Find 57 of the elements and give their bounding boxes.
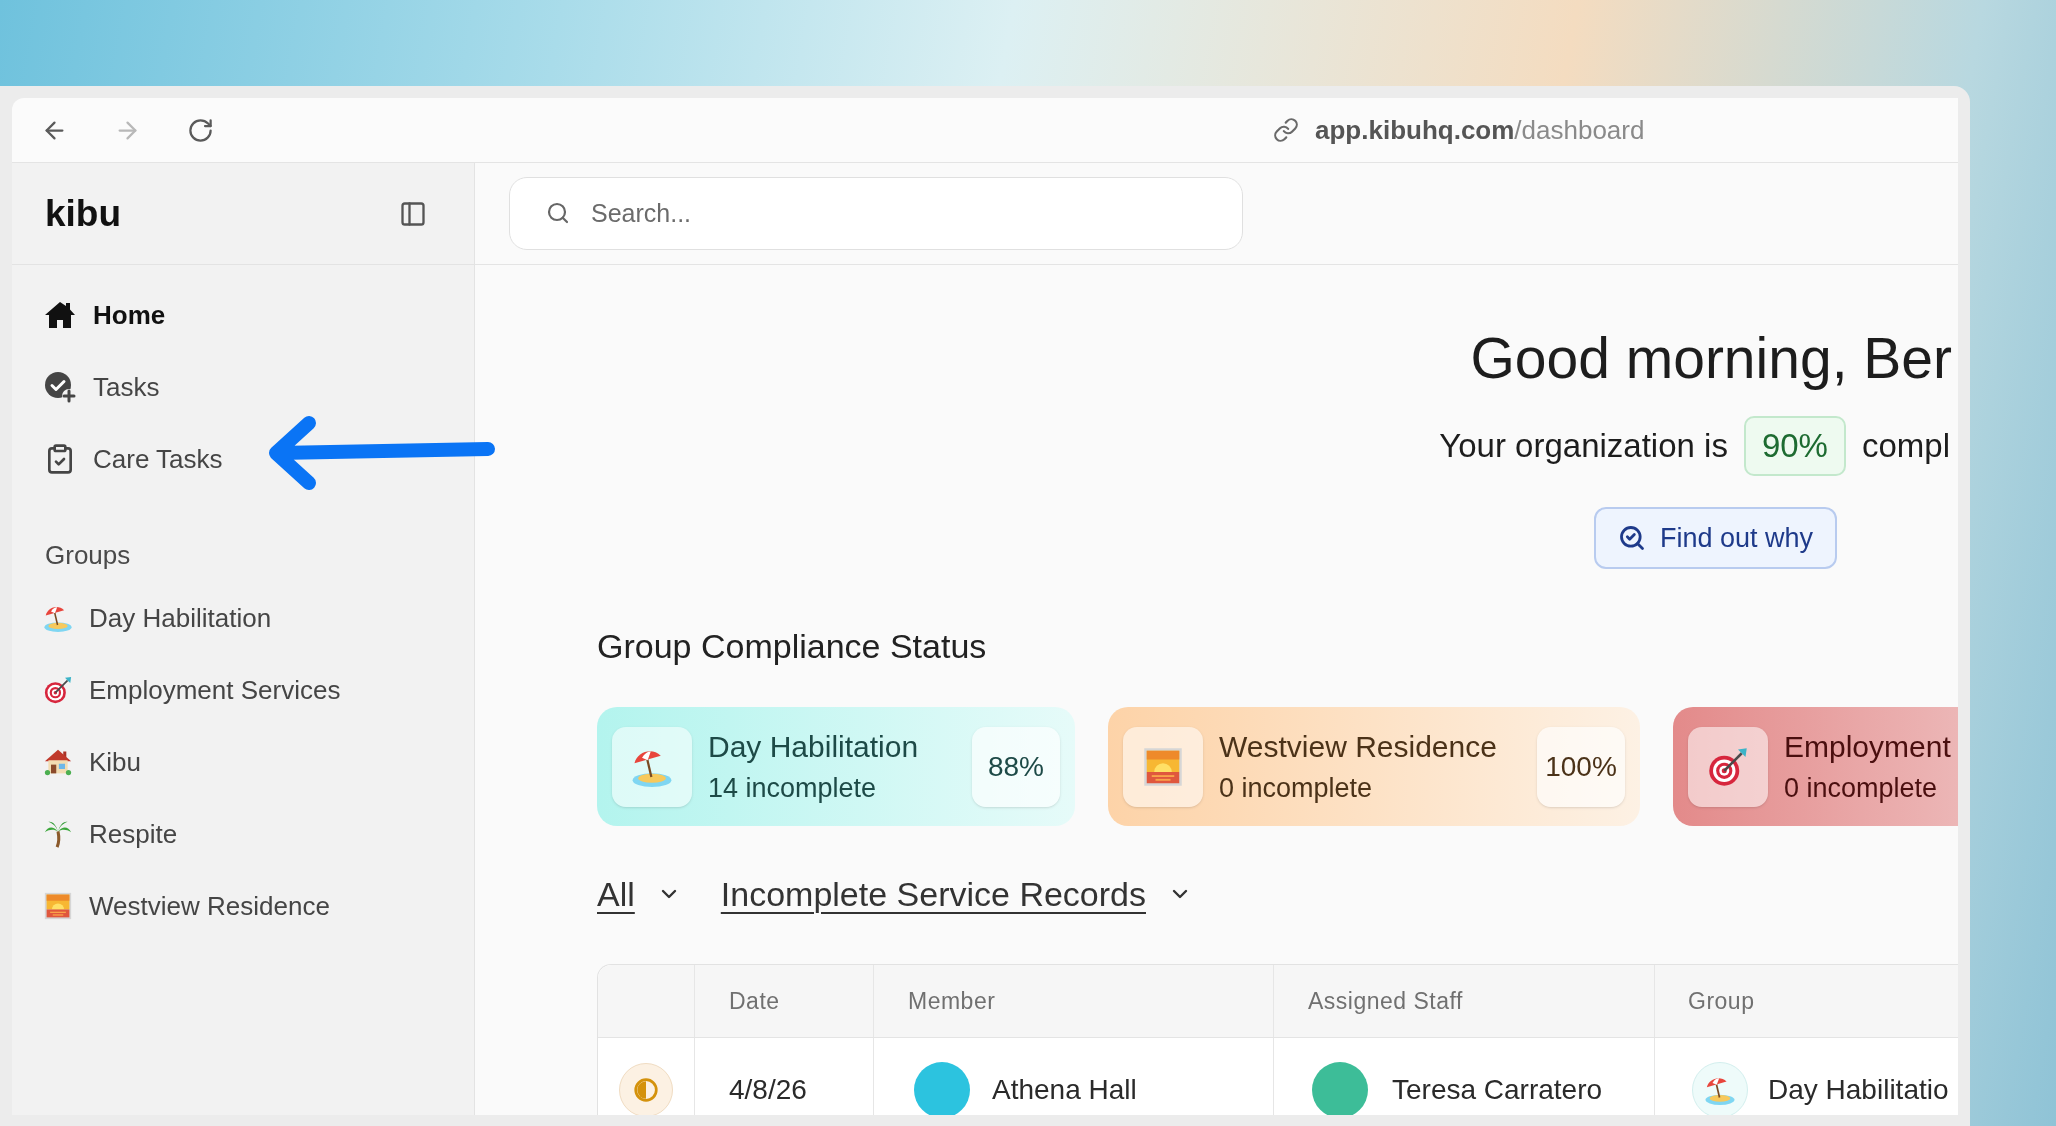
sunset-icon bbox=[44, 892, 72, 920]
incomplete-count: 14 incomplete bbox=[708, 771, 877, 805]
reload-icon[interactable] bbox=[187, 116, 214, 144]
avatar bbox=[914, 1062, 970, 1115]
group-item[interactable]: Respite bbox=[44, 806, 178, 862]
staff-name[interactable]: Teresa Carratero bbox=[1392, 1069, 1603, 1111]
link-icon bbox=[1273, 117, 1299, 143]
group-item[interactable]: Day Habilitation bbox=[44, 590, 272, 646]
group-item[interactable]: Westview Residence bbox=[44, 878, 330, 934]
page-url[interactable]: app.kibuhq.com/dashboard bbox=[1315, 110, 1645, 150]
half-circle-status-icon bbox=[619, 1063, 673, 1115]
dartboard-icon bbox=[1688, 726, 1768, 807]
date-text: 4/8/26 bbox=[729, 1073, 807, 1107]
nav-item[interactable]: Tasks bbox=[44, 359, 160, 415]
score-badge: 90% bbox=[1743, 416, 1846, 476]
filter-dropdown[interactable]: All bbox=[597, 868, 681, 920]
column-header[interactable]: Date bbox=[729, 983, 780, 1019]
group-compliance-card[interactable]: Westview Residence 0 incomplete 100% bbox=[1108, 707, 1640, 826]
greeting-heading: Good morning, Ber bbox=[1470, 326, 1952, 390]
dartboard-icon bbox=[44, 676, 72, 704]
beach-umbrella-icon bbox=[44, 604, 72, 632]
group-item[interactable]: Kibu bbox=[44, 734, 142, 790]
card-title: Employment bbox=[1784, 728, 1951, 765]
house-icon bbox=[44, 299, 76, 331]
card-title: Westview Residence bbox=[1219, 728, 1497, 765]
percent-badge: 100% bbox=[1537, 726, 1625, 807]
column-header[interactable]: Group bbox=[1688, 983, 1755, 1019]
group-compliance-card[interactable]: Employment 0 incomplete bbox=[1673, 707, 1958, 826]
group-compliance-card[interactable]: Day Habilitation 14 incomplete 88% bbox=[597, 707, 1075, 826]
section-heading: Group Compliance Status bbox=[597, 626, 987, 666]
group-name: Day Habilitatio bbox=[1768, 1073, 1949, 1107]
incomplete-count: 0 incomplete bbox=[1219, 771, 1373, 805]
card-title: Day Habilitation bbox=[708, 728, 919, 765]
filter-dropdown[interactable]: Incomplete Service Records bbox=[720, 868, 1192, 920]
column-header[interactable]: Assigned Staff bbox=[1308, 983, 1463, 1019]
beach-umbrella-icon bbox=[612, 726, 692, 807]
check-circle-plus-icon bbox=[44, 371, 76, 403]
percent-badge: 88% bbox=[972, 726, 1060, 807]
search-icon bbox=[546, 201, 570, 225]
summary-text: compl bbox=[1861, 426, 1950, 467]
nav-item[interactable]: Home bbox=[44, 287, 166, 343]
summary-text: Your organization is bbox=[1439, 426, 1728, 467]
house-icon bbox=[44, 748, 72, 776]
search-field[interactable]: Search... bbox=[509, 177, 1243, 250]
group-item[interactable]: Employment Services bbox=[44, 662, 341, 718]
find-out-why-button[interactable]: Find out why bbox=[1593, 507, 1837, 569]
palm-tree-icon bbox=[44, 820, 72, 848]
incomplete-count: 0 incomplete bbox=[1784, 771, 1938, 805]
avatar bbox=[1312, 1062, 1368, 1115]
column-header[interactable]: Member bbox=[908, 983, 996, 1019]
sidebar-toggle-icon[interactable] bbox=[399, 199, 427, 228]
groups-heading: Groups bbox=[45, 539, 131, 572]
sunset-icon bbox=[1123, 726, 1203, 807]
nav-item[interactable]: Care Tasks bbox=[44, 431, 223, 487]
search-check-icon bbox=[1617, 524, 1646, 552]
app-logo[interactable]: kibu bbox=[45, 195, 122, 232]
member-name[interactable]: Athena Hall bbox=[992, 1069, 1137, 1111]
